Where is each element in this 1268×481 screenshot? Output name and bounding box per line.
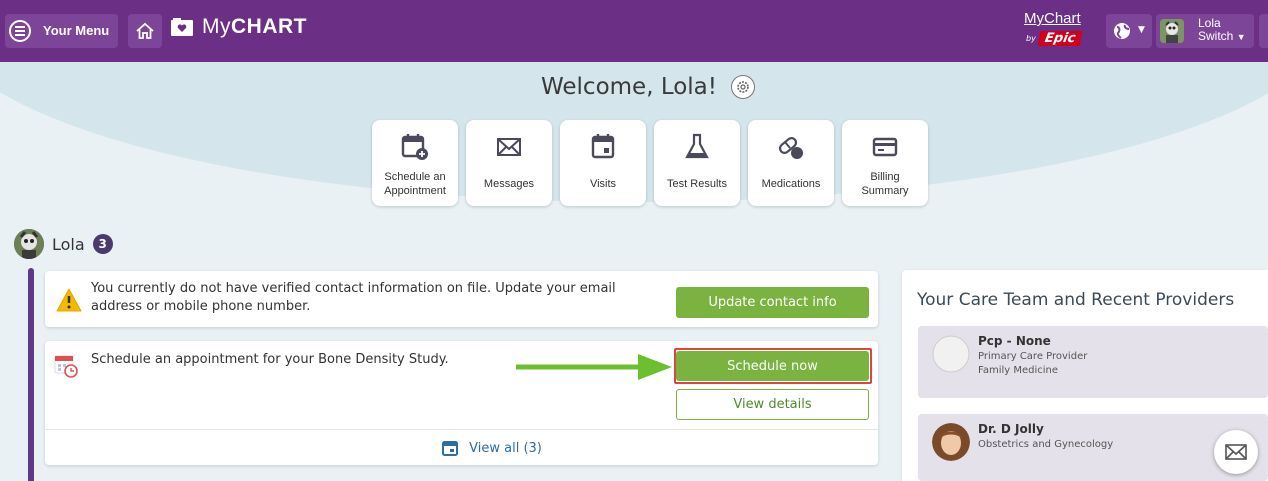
calendar-clock-icon <box>54 355 78 378</box>
mychart-by-epic-logo: MyChart by Epic <box>1024 10 1083 46</box>
globe-icon <box>1114 23 1130 39</box>
provider-card[interactable]: Pcp - None Primary Care Provider Family … <box>918 326 1268 398</box>
warning-icon <box>56 288 82 312</box>
flask-icon <box>685 133 709 159</box>
patient-name: Lola <box>52 234 85 254</box>
view-details-button[interactable]: View details <box>676 389 869 420</box>
annotation-highlight-box <box>674 348 872 384</box>
folder-heart-icon <box>171 18 193 36</box>
mychart-logo[interactable]: MyCHART <box>170 15 307 39</box>
quick-links: Schedule an Appointment Messages Visits … <box>372 120 928 206</box>
care-team-title: Your Care Team and Recent Providers <box>917 290 1235 310</box>
contact-info-alert: You currently do not have verified conta… <box>45 271 878 327</box>
pills-icon <box>778 137 803 159</box>
gear-icon[interactable] <box>731 75 755 99</box>
view-all-link[interactable]: View all (3) <box>45 439 878 457</box>
notification-count-badge: 3 <box>92 234 113 254</box>
your-menu-label: Your Menu <box>43 23 110 38</box>
contact-info-message: You currently do not have verified conta… <box>91 281 616 314</box>
section-rail <box>28 268 34 481</box>
chevron-down-icon: ▼ <box>1138 25 1145 35</box>
update-contact-info-button[interactable]: Update contact info <box>676 287 869 318</box>
hamburger-icon <box>9 20 31 42</box>
overflow-button[interactable] <box>1259 14 1268 48</box>
tile-visits[interactable]: Visits <box>560 120 646 206</box>
home-button[interactable] <box>128 14 162 48</box>
mychart-logo-text: MyCHART <box>202 15 307 38</box>
schedule-message: Schedule an appointment for your Bone De… <box>91 352 449 367</box>
language-button[interactable]: ▼ <box>1106 14 1152 48</box>
calendar-plus-icon <box>401 134 428 160</box>
tile-schedule-appointment[interactable]: Schedule an Appointment <box>372 120 458 206</box>
tile-medications[interactable]: Medications <box>748 120 834 206</box>
patient-header[interactable]: Lola 3 <box>14 229 113 259</box>
provider-photo <box>932 423 970 461</box>
tile-billing-summary[interactable]: Billing Summary <box>842 120 928 206</box>
user-switch-button[interactable]: Lola Switch ▼ <box>1156 14 1254 48</box>
avatar <box>1160 19 1184 43</box>
chevron-down-icon: ▼ <box>1236 32 1246 42</box>
avatar <box>14 229 44 259</box>
message-button[interactable] <box>1214 430 1258 474</box>
envelope-icon <box>497 138 521 156</box>
tile-test-results[interactable]: Test Results <box>654 120 740 206</box>
annotation-arrow <box>516 354 672 380</box>
provider-placeholder-icon <box>932 335 970 373</box>
home-icon <box>136 22 154 39</box>
calendar-icon <box>591 134 615 159</box>
credit-card-icon <box>872 137 898 157</box>
envelope-icon <box>1225 444 1247 460</box>
tile-messages[interactable]: Messages <box>466 120 552 206</box>
user-name: Lola Switch ▼ <box>1198 16 1246 43</box>
top-navigation-bar: Your Menu MyCHART MyChart by Epic ▼ Lola… <box>0 0 1268 62</box>
page-title: Welcome, Lola! <box>540 74 717 100</box>
welcome-heading: Welcome, Lola! <box>0 74 1268 100</box>
your-menu-button[interactable]: Your Menu <box>5 14 118 48</box>
calendar-icon <box>442 441 459 456</box>
